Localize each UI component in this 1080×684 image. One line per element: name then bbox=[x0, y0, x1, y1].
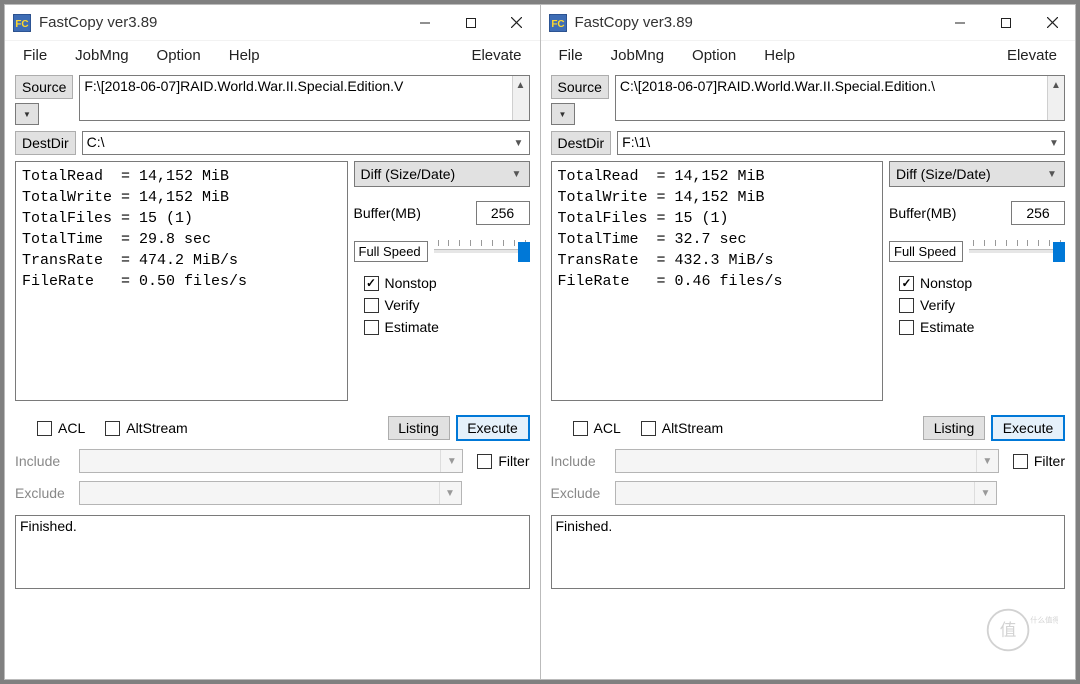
source-button[interactable]: Source bbox=[551, 75, 609, 99]
destdir-button[interactable]: DestDir bbox=[15, 131, 76, 155]
buffer-mb-input[interactable] bbox=[1011, 201, 1065, 225]
fastcopy-window-0: FC FastCopy ver3.89 File JobMng Option H… bbox=[5, 5, 541, 679]
chevron-down-icon: ▼ bbox=[1044, 132, 1064, 154]
client-area: Source ▼ F:\[2018-06-07]RAID.World.War.I… bbox=[5, 69, 540, 679]
menu-jobmng[interactable]: JobMng bbox=[61, 45, 142, 66]
filter-checkbox[interactable]: Filter bbox=[1013, 453, 1065, 469]
window-title: FastCopy ver3.89 bbox=[39, 14, 157, 31]
titlebar[interactable]: FC FastCopy ver3.89 bbox=[5, 5, 540, 41]
chevron-down-icon: ▼ bbox=[1042, 162, 1062, 186]
menu-elevate[interactable]: Elevate bbox=[457, 45, 535, 66]
source-path-input[interactable]: C:\[2018-06-07]RAID.World.War.II.Special… bbox=[615, 75, 1065, 121]
copy-mode-value: Diff (Size/Date) bbox=[896, 166, 991, 182]
buffer-mb-input[interactable] bbox=[476, 201, 530, 225]
scrollbar-up-icon[interactable]: ▲ bbox=[1047, 76, 1064, 120]
destdir-button[interactable]: DestDir bbox=[551, 131, 612, 155]
include-label: Include bbox=[551, 453, 609, 469]
speed-label: Full Speed bbox=[354, 241, 428, 262]
source-history-dropdown[interactable]: ▼ bbox=[551, 103, 575, 125]
source-button[interactable]: Source bbox=[15, 75, 73, 99]
include-combo[interactable]: ▼ bbox=[615, 449, 999, 473]
verify-checkbox[interactable]: Verify bbox=[899, 297, 1065, 313]
menu-file[interactable]: File bbox=[545, 45, 597, 66]
close-button[interactable] bbox=[1029, 5, 1075, 41]
options-panel: Diff (Size/Date) ▼ Buffer(MB) Full Speed bbox=[889, 161, 1065, 401]
menu-help[interactable]: Help bbox=[215, 45, 274, 66]
client-area: Source ▼ C:\[2018-06-07]RAID.World.War.I… bbox=[541, 69, 1076, 679]
acl-checkbox[interactable]: ACL bbox=[573, 420, 621, 436]
menu-option[interactable]: Option bbox=[678, 45, 750, 66]
nonstop-checkbox[interactable]: Nonstop bbox=[364, 275, 530, 291]
menu-option[interactable]: Option bbox=[143, 45, 215, 66]
execute-button[interactable]: Execute bbox=[991, 415, 1065, 441]
options-panel: Diff (Size/Date) ▼ Buffer(MB) Full Speed bbox=[354, 161, 530, 401]
source-history-dropdown[interactable]: ▼ bbox=[15, 103, 39, 125]
source-path-text: F:\[2018-06-07]RAID.World.War.II.Special… bbox=[84, 78, 403, 94]
chevron-down-icon: ▼ bbox=[439, 482, 461, 504]
minimize-button[interactable] bbox=[937, 5, 983, 41]
chevron-down-icon: ▼ bbox=[507, 162, 527, 186]
log-textarea[interactable]: Finished. bbox=[15, 515, 530, 589]
buffer-label: Buffer(MB) bbox=[354, 205, 421, 221]
scrollbar-up-icon[interactable]: ▲ bbox=[512, 76, 529, 120]
copy-mode-combo[interactable]: Diff (Size/Date) ▼ bbox=[354, 161, 530, 187]
maximize-button[interactable] bbox=[983, 5, 1029, 41]
estimate-checkbox[interactable]: Estimate bbox=[899, 319, 1065, 335]
chevron-down-icon: ▼ bbox=[509, 132, 529, 154]
altstream-checkbox[interactable]: AltStream bbox=[105, 420, 187, 436]
verify-checkbox[interactable]: Verify bbox=[364, 297, 530, 313]
menu-elevate[interactable]: Elevate bbox=[993, 45, 1071, 66]
estimate-checkbox[interactable]: Estimate bbox=[364, 319, 530, 335]
menu-jobmng[interactable]: JobMng bbox=[597, 45, 678, 66]
log-textarea[interactable]: Finished. bbox=[551, 515, 1066, 589]
stats-textarea[interactable]: TotalRead = 14,152 MiB TotalWrite = 14,1… bbox=[551, 161, 884, 401]
speed-slider[interactable] bbox=[969, 239, 1065, 263]
svg-text:FC: FC bbox=[15, 19, 28, 30]
exclude-combo[interactable]: ▼ bbox=[79, 481, 462, 505]
exclude-combo[interactable]: ▼ bbox=[615, 481, 998, 505]
altstream-checkbox[interactable]: AltStream bbox=[641, 420, 723, 436]
acl-checkbox[interactable]: ACL bbox=[37, 420, 85, 436]
chevron-down-icon: ▼ bbox=[976, 450, 998, 472]
destdir-text: F:\1\ bbox=[622, 134, 650, 150]
destdir-text: C:\ bbox=[87, 134, 105, 150]
speed-label: Full Speed bbox=[889, 241, 963, 262]
desktop: FC FastCopy ver3.89 File JobMng Option H… bbox=[4, 4, 1076, 680]
exclude-label: Exclude bbox=[551, 485, 609, 501]
copy-mode-combo[interactable]: Diff (Size/Date) ▼ bbox=[889, 161, 1065, 187]
copy-mode-value: Diff (Size/Date) bbox=[361, 166, 456, 182]
destdir-combo[interactable]: C:\ ▼ bbox=[82, 131, 530, 155]
destdir-combo[interactable]: F:\1\ ▼ bbox=[617, 131, 1065, 155]
fastcopy-app-icon: FC bbox=[549, 14, 567, 32]
menu-file[interactable]: File bbox=[9, 45, 61, 66]
menubar: File JobMng Option Help Elevate bbox=[5, 41, 540, 69]
maximize-button[interactable] bbox=[448, 5, 494, 41]
include-combo[interactable]: ▼ bbox=[79, 449, 463, 473]
svg-text:FC: FC bbox=[551, 19, 564, 30]
listing-button[interactable]: Listing bbox=[923, 416, 985, 440]
chevron-down-icon: ▼ bbox=[974, 482, 996, 504]
fastcopy-app-icon: FC bbox=[13, 14, 31, 32]
include-label: Include bbox=[15, 453, 73, 469]
nonstop-checkbox[interactable]: Nonstop bbox=[899, 275, 1065, 291]
filter-checkbox[interactable]: Filter bbox=[477, 453, 529, 469]
speed-slider[interactable] bbox=[434, 239, 530, 263]
minimize-button[interactable] bbox=[402, 5, 448, 41]
chevron-down-icon: ▼ bbox=[440, 450, 462, 472]
listing-button[interactable]: Listing bbox=[388, 416, 450, 440]
stats-textarea[interactable]: TotalRead = 14,152 MiB TotalWrite = 14,1… bbox=[15, 161, 348, 401]
menubar: File JobMng Option Help Elevate bbox=[541, 41, 1076, 69]
fastcopy-window-1: FC FastCopy ver3.89 File JobMng Option H… bbox=[541, 5, 1076, 679]
slider-thumb[interactable] bbox=[518, 242, 530, 262]
buffer-label: Buffer(MB) bbox=[889, 205, 956, 221]
window-title: FastCopy ver3.89 bbox=[575, 14, 693, 31]
slider-thumb[interactable] bbox=[1053, 242, 1065, 262]
menu-help[interactable]: Help bbox=[750, 45, 809, 66]
exclude-label: Exclude bbox=[15, 485, 73, 501]
source-path-text: C:\[2018-06-07]RAID.World.War.II.Special… bbox=[620, 78, 935, 94]
execute-button[interactable]: Execute bbox=[456, 415, 530, 441]
close-button[interactable] bbox=[494, 5, 540, 41]
source-path-input[interactable]: F:\[2018-06-07]RAID.World.War.II.Special… bbox=[79, 75, 529, 121]
titlebar[interactable]: FC FastCopy ver3.89 bbox=[541, 5, 1076, 41]
